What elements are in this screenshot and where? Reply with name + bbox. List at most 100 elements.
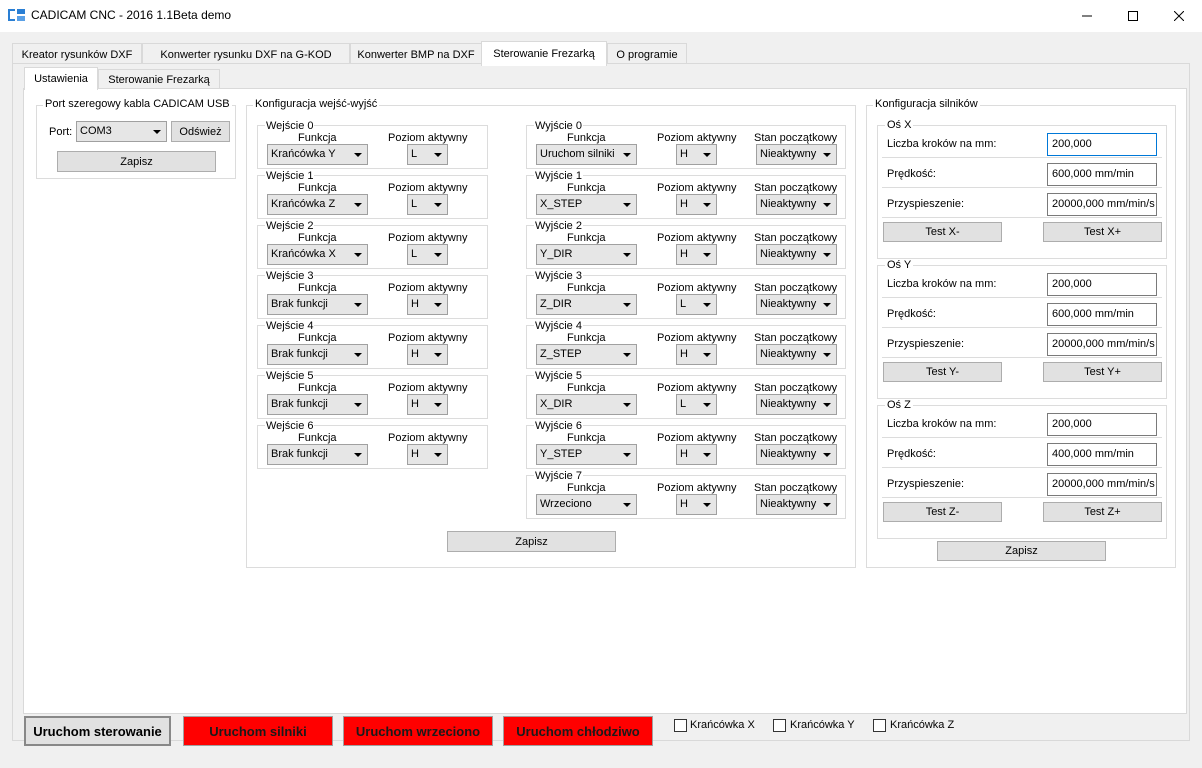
output-initial-header: Stan początkowy bbox=[754, 482, 838, 494]
steps-per-mm-field[interactable]: 200,000 bbox=[1047, 413, 1157, 436]
tab-dxf-creator[interactable]: Kreator rysunków DXF bbox=[12, 43, 142, 65]
input-level-select[interactable]: H bbox=[407, 444, 448, 465]
output-function-select[interactable]: X_STEP bbox=[536, 194, 637, 215]
tab-settings[interactable]: Ustawienia bbox=[24, 67, 98, 90]
tab-inner-machine-control[interactable]: Sterowanie Frezarką bbox=[98, 69, 220, 89]
output-function-select[interactable]: Uruchom silniki bbox=[536, 144, 637, 165]
test-minus-button[interactable]: Test Z- bbox=[883, 502, 1002, 522]
start-control-button[interactable]: Uruchom sterowanie bbox=[24, 716, 171, 746]
refresh-button[interactable]: Odśwież bbox=[171, 121, 230, 142]
output-level-select[interactable]: L bbox=[676, 294, 717, 315]
output-level-select[interactable]: H bbox=[676, 444, 717, 465]
speed-field[interactable]: 600,000 mm/min bbox=[1047, 163, 1157, 186]
test-plus-button[interactable]: Test X+ bbox=[1043, 222, 1162, 242]
acceleration-field[interactable]: 20000,000 mm/min/s bbox=[1047, 473, 1157, 496]
test-plus-button[interactable]: Test Y+ bbox=[1043, 362, 1162, 382]
start-motors-button[interactable]: Uruchom silniki bbox=[183, 716, 333, 746]
output-initial-select[interactable]: Nieaktywny bbox=[756, 294, 837, 315]
steps-per-mm-field[interactable]: 200,000 bbox=[1047, 273, 1157, 296]
output-function-header: Funkcja bbox=[567, 382, 606, 394]
motor-save-button[interactable]: Zapisz bbox=[937, 541, 1106, 561]
input-name: Wejście 1 bbox=[265, 170, 315, 182]
output-level-header: Poziom aktywny bbox=[657, 432, 737, 444]
input-row: Wejście 4 Funkcja Poziom aktywny Brak funkc… bbox=[257, 320, 488, 369]
input-function-select[interactable]: Brak funkcji bbox=[267, 394, 368, 415]
serial-save-button[interactable]: Zapisz bbox=[57, 151, 216, 172]
test-minus-button[interactable]: Test Y- bbox=[883, 362, 1002, 382]
input-level-select[interactable]: H bbox=[407, 394, 448, 415]
start-spindle-button[interactable]: Uruchom wrzeciono bbox=[343, 716, 493, 746]
output-level-select[interactable]: H bbox=[676, 194, 717, 215]
output-initial-select[interactable]: Nieaktywny bbox=[756, 494, 837, 515]
output-initial-select[interactable]: Nieaktywny bbox=[756, 444, 837, 465]
output-level-select[interactable]: H bbox=[676, 494, 717, 515]
input-row: Wejście 2 Funkcja Poziom aktywny Krańcówka … bbox=[257, 220, 488, 269]
output-function-select[interactable]: Y_DIR bbox=[536, 244, 637, 265]
output-initial-select[interactable]: Nieaktywny bbox=[756, 344, 837, 365]
input-function-select[interactable]: Brak funkcji bbox=[267, 344, 368, 365]
input-function-select[interactable]: Krańcówka Y bbox=[267, 144, 368, 165]
output-initial-select[interactable]: Nieaktywny bbox=[756, 244, 837, 265]
limit-y-checkbox[interactable] bbox=[773, 719, 786, 732]
input-level-select[interactable]: L bbox=[407, 194, 448, 215]
output-level-select[interactable]: H bbox=[676, 344, 717, 365]
tab-dxf-to-gcode[interactable]: Konwerter rysunku DXF na G-KOD bbox=[142, 43, 350, 65]
tab-about[interactable]: O programie bbox=[607, 43, 687, 65]
limit-y-label: Krańcówka Y bbox=[790, 719, 855, 731]
output-initial-select[interactable]: Nieaktywny bbox=[756, 394, 837, 415]
axis-group: Oś X Liczba kroków na mm: 200,000 Prędkość:… bbox=[877, 119, 1167, 259]
speed-field[interactable]: 400,000 mm/min bbox=[1047, 443, 1157, 466]
limit-x-label: Krańcówka X bbox=[690, 719, 755, 731]
axis-param-label: Liczba kroków na mm: bbox=[887, 138, 997, 150]
test-plus-button[interactable]: Test Z+ bbox=[1043, 502, 1162, 522]
io-save-button[interactable]: Zapisz bbox=[447, 531, 616, 552]
tab-machine-control[interactable]: Sterowanie Frezarką bbox=[481, 41, 607, 66]
output-name: Wyjście 3 bbox=[534, 270, 583, 282]
input-level-select[interactable]: L bbox=[407, 244, 448, 265]
input-function-select[interactable]: Brak funkcji bbox=[267, 294, 368, 315]
input-function-select[interactable]: Krańcówka X bbox=[267, 244, 368, 265]
output-function-select[interactable]: Z_DIR bbox=[536, 294, 637, 315]
output-function-select[interactable]: Y_STEP bbox=[536, 444, 637, 465]
port-select[interactable]: COM3 bbox=[76, 121, 167, 142]
output-level-select[interactable]: L bbox=[676, 394, 717, 415]
output-level-select[interactable]: H bbox=[676, 244, 717, 265]
input-level-select[interactable]: L bbox=[407, 144, 448, 165]
steps-per-mm-field[interactable]: 200,000 bbox=[1047, 133, 1157, 156]
minimize-button[interactable] bbox=[1064, 0, 1110, 32]
input-function-header: Funkcja bbox=[298, 132, 337, 144]
input-level-select[interactable]: H bbox=[407, 294, 448, 315]
output-initial-select[interactable]: Nieaktywny bbox=[756, 144, 837, 165]
inner-tab-strip: Ustawienia Sterowanie Frezarką bbox=[24, 67, 224, 90]
input-name: Wejście 4 bbox=[265, 320, 315, 332]
output-level-select[interactable]: H bbox=[676, 144, 717, 165]
output-function-select[interactable]: X_DIR bbox=[536, 394, 637, 415]
output-function-header: Funkcja bbox=[567, 182, 606, 194]
output-row: Wyjście 4 Funkcja Poziom aktywny Stan począ… bbox=[526, 320, 846, 369]
output-row: Wyjście 1 Funkcja Poziom aktywny Stan począ… bbox=[526, 170, 846, 219]
input-function-select[interactable]: Krańcówka Z bbox=[267, 194, 368, 215]
limit-x-checkbox[interactable] bbox=[674, 719, 687, 732]
port-label: Port: bbox=[49, 126, 73, 138]
tab-bmp-to-dxf[interactable]: Konwerter BMP na DXF bbox=[350, 43, 482, 65]
start-coolant-button[interactable]: Uruchom chłodziwo bbox=[503, 716, 653, 746]
input-level-header: Poziom aktywny bbox=[388, 282, 468, 294]
output-function-select[interactable]: Wrzeciono bbox=[536, 494, 637, 515]
axis-param-label: Przyspieszenie: bbox=[887, 198, 965, 210]
input-row: Wejście 6 Funkcja Poziom aktywny Brak funkc… bbox=[257, 420, 488, 469]
output-function-header: Funkcja bbox=[567, 482, 606, 494]
acceleration-field[interactable]: 20000,000 mm/min/s bbox=[1047, 333, 1157, 356]
maximize-button[interactable] bbox=[1110, 0, 1156, 32]
output-function-select[interactable]: Z_STEP bbox=[536, 344, 637, 365]
input-function-select[interactable]: Brak funkcji bbox=[267, 444, 368, 465]
maximize-icon bbox=[1128, 11, 1138, 21]
test-minus-button[interactable]: Test X- bbox=[883, 222, 1002, 242]
limit-z-checkbox[interactable] bbox=[873, 719, 886, 732]
speed-field[interactable]: 600,000 mm/min bbox=[1047, 303, 1157, 326]
input-level-select[interactable]: H bbox=[407, 344, 448, 365]
output-level-header: Poziom aktywny bbox=[657, 332, 737, 344]
output-initial-select[interactable]: Nieaktywny bbox=[756, 194, 837, 215]
close-button[interactable] bbox=[1156, 0, 1202, 32]
outputs-list: Wyjście 0 Funkcja Poziom aktywny Stan począ… bbox=[526, 120, 847, 525]
acceleration-field[interactable]: 20000,000 mm/min/s bbox=[1047, 193, 1157, 216]
